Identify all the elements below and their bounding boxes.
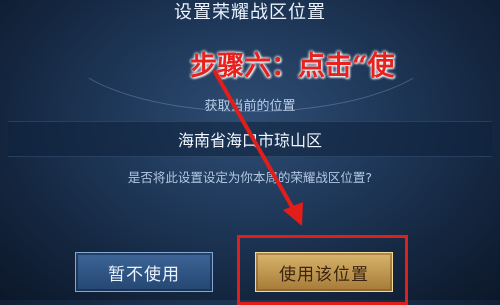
location-field: 海南省海口市琼山区	[8, 121, 492, 157]
location-value: 海南省海口市琼山区	[177, 131, 322, 150]
step-annotation-text: 步骤六：点击“使	[190, 51, 395, 82]
highlight-box	[237, 235, 408, 305]
cancel-button[interactable]: 暂不使用	[75, 252, 213, 292]
cancel-button-label: 暂不使用	[108, 264, 180, 285]
get-location-label: 获取当前的位置	[204, 99, 296, 114]
dialog-title: 设置荣耀战区位置	[174, 2, 326, 23]
confirm-question: 是否将此设置设定为你本周的荣耀战区位置?	[127, 170, 373, 185]
